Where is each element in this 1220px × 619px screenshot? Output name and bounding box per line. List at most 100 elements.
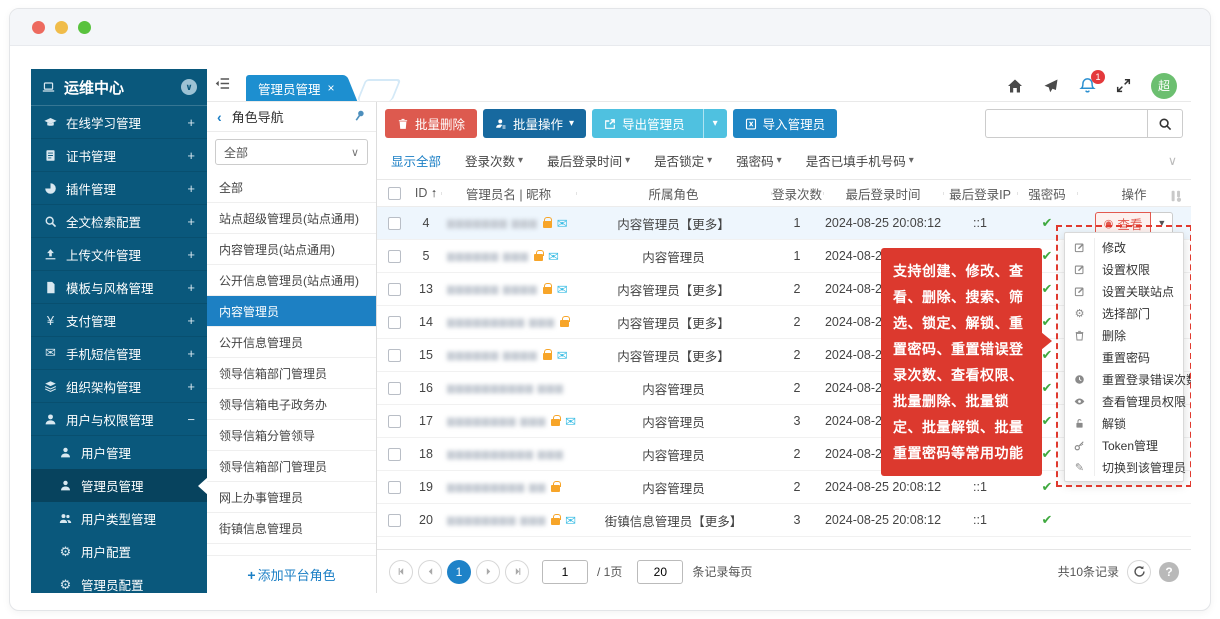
row-checkbox[interactable] [388, 217, 401, 230]
expand-icon[interactable]: + [187, 346, 195, 361]
export-dropdown-toggle[interactable]: ▾ [703, 109, 727, 138]
filter-collapse-chevron-icon[interactable]: ∨ [1168, 153, 1183, 168]
menu-item-token-management[interactable]: Token管理 [1065, 434, 1183, 456]
batch-operations-button[interactable]: 批量操作 ▾ [483, 109, 586, 138]
filter-locked[interactable]: 是否锁定▾ [654, 151, 712, 170]
row-checkbox[interactable] [388, 481, 401, 494]
role-item[interactable]: 内容管理员(站点通用) [207, 234, 376, 265]
sidebar-subitem-admin-management[interactable]: 管理员管理 [31, 469, 207, 502]
expand-icon[interactable]: + [187, 280, 195, 295]
select-all-checkbox[interactable] [388, 187, 401, 200]
cell-role[interactable]: 内容管理员【更多】 [576, 346, 771, 365]
current-page-button[interactable]: 1 [447, 560, 471, 584]
expand-icon[interactable]: + [187, 247, 195, 262]
sort-asc-icon[interactable]: ↑ [431, 186, 437, 200]
sidebar-subitem-user-management[interactable]: 用户管理 [31, 436, 207, 469]
avatar[interactable]: 超 [1151, 73, 1177, 99]
expand-icon[interactable]: + [187, 214, 195, 229]
role-item[interactable]: 街镇信息管理员 [207, 513, 376, 544]
role-item[interactable]: 网上办事管理员 [207, 482, 376, 513]
menu-item-set-linked-sites[interactable]: 设置关联站点 [1065, 280, 1183, 302]
expand-icon[interactable]: + [187, 181, 195, 196]
cell-role[interactable]: 内容管理员【更多】 [576, 280, 771, 299]
sidebar-subitem-admin-config[interactable]: ⚙ 管理员配置 [31, 568, 207, 593]
header-last-login-time[interactable]: 最后登录时间 [823, 184, 943, 203]
zoom-button[interactable] [78, 21, 91, 34]
header-id[interactable]: ID ↑ [411, 186, 441, 200]
notification-bell-icon[interactable]: 1 [1079, 77, 1096, 94]
row-checkbox[interactable] [388, 316, 401, 329]
header-last-login-ip[interactable]: 最后登录IP [943, 184, 1017, 203]
role-item[interactable]: 领导信箱部门管理员 [207, 451, 376, 482]
header-logins[interactable]: 登录次数 [771, 184, 823, 203]
sidebar-item-fulltext-search[interactable]: 全文检索配置 + [31, 205, 207, 238]
collapse-panel-icon[interactable]: ‹ [217, 109, 222, 125]
minimize-button[interactable] [55, 21, 68, 34]
home-icon[interactable] [1007, 78, 1023, 94]
cell-role[interactable]: 内容管理员 [576, 412, 771, 431]
header-role[interactable]: 所属角色 [576, 184, 771, 203]
next-page-button[interactable] [476, 560, 500, 584]
cell-role[interactable]: 内容管理员 [576, 247, 771, 266]
row-checkbox[interactable] [388, 382, 401, 395]
filter-strong-password[interactable]: 强密码▾ [736, 151, 782, 170]
menu-item-reset-password[interactable]: 重置密码 [1065, 346, 1183, 368]
pin-icon[interactable] [353, 109, 366, 125]
search-button[interactable] [1147, 109, 1183, 138]
close-button[interactable] [32, 21, 45, 34]
sidebar-subitem-user-config[interactable]: ⚙ 用户配置 [31, 535, 207, 568]
role-item[interactable]: 公开信息管理员 [207, 327, 376, 358]
role-item[interactable]: 公开信息管理员(站点通用) [207, 265, 376, 296]
tab-admin-management[interactable]: 管理员管理 × [246, 75, 343, 101]
cell-role[interactable]: 内容管理员【更多】 [576, 313, 771, 332]
sidebar-item-users-permissions[interactable]: 用户与权限管理 − [31, 403, 207, 436]
role-item[interactable]: 领导信箱部门管理员 [207, 358, 376, 389]
column-settings-icon[interactable] [1169, 189, 1183, 206]
filter-last-login-time[interactable]: 最后登录时间▾ [547, 151, 630, 170]
refresh-icon[interactable] [1127, 560, 1151, 584]
role-filter-select[interactable]: 全部 ∨ [215, 139, 368, 165]
send-icon[interactable] [1043, 78, 1059, 94]
sidebar-item-upload-files[interactable]: 上传文件管理 + [31, 238, 207, 271]
add-platform-role-button[interactable]: + 添加平台角色 [207, 555, 376, 593]
collapse-icon[interactable]: − [187, 412, 195, 427]
role-item-active[interactable]: 内容管理员 [207, 296, 376, 327]
collapse-all-icon[interactable]: ∨ [181, 79, 197, 95]
cell-role[interactable]: 街镇信息管理员【更多】 [576, 511, 771, 530]
filter-login-count[interactable]: 登录次数▾ [465, 151, 523, 170]
table-row[interactable]: 20 ▆▆▆▆▆▆▆▆ ▆▆▆✉ 街镇信息管理员【更多】 3 2024-08-2… [377, 504, 1191, 537]
first-page-button[interactable] [389, 560, 413, 584]
role-item[interactable]: 领导信箱分管领导 [207, 420, 376, 451]
page-number-input[interactable] [542, 560, 588, 584]
sidebar-item-org-structure[interactable]: 组织架构管理 + [31, 370, 207, 403]
sidebar-item-templates[interactable]: 模板与风格管理 + [31, 271, 207, 304]
role-item[interactable]: 全部 [207, 172, 376, 203]
sidebar-item-certificates[interactable]: 证书管理 + [31, 139, 207, 172]
expand-icon[interactable]: + [187, 379, 195, 394]
sidebar-item-sms[interactable]: ✉ 手机短信管理 + [31, 337, 207, 370]
expand-icon[interactable]: + [187, 115, 195, 130]
sidebar-item-online-learning[interactable]: 在线学习管理 + [31, 106, 207, 139]
cell-role[interactable]: 内容管理员【更多】 [576, 214, 771, 233]
role-item[interactable]: 领导信箱电子政务办 [207, 389, 376, 420]
header-strong-password[interactable]: 强密码 [1017, 184, 1077, 203]
row-checkbox[interactable] [388, 250, 401, 263]
prev-page-button[interactable] [418, 560, 442, 584]
last-page-button[interactable] [505, 560, 529, 584]
help-icon[interactable]: ? [1159, 562, 1179, 582]
tab-close-icon[interactable]: × [328, 81, 335, 95]
row-checkbox[interactable] [388, 283, 401, 296]
sidebar-item-payments[interactable]: ¥ 支付管理 + [31, 304, 207, 337]
cell-role[interactable]: 内容管理员 [576, 379, 771, 398]
sidebar-item-plugins[interactable]: 插件管理 + [31, 172, 207, 205]
sidebar-collapse-toggle-icon[interactable] [215, 76, 230, 94]
export-admin-button[interactable]: 导出管理员 ▾ [592, 109, 727, 138]
menu-item-switch-to-admin[interactable]: ✎切换到该管理员 [1065, 456, 1183, 478]
import-admin-button[interactable]: 导入管理员 [733, 109, 838, 138]
fullscreen-icon[interactable] [1116, 78, 1131, 93]
batch-delete-button[interactable]: 批量删除 [385, 109, 477, 138]
menu-item-select-department[interactable]: ⚙选择部门 [1065, 302, 1183, 324]
header-name[interactable]: 管理员名 | 昵称 [441, 184, 576, 203]
expand-icon[interactable]: + [187, 148, 195, 163]
menu-item-reset-login-errors[interactable]: 重置登录错误次数 [1065, 368, 1183, 390]
